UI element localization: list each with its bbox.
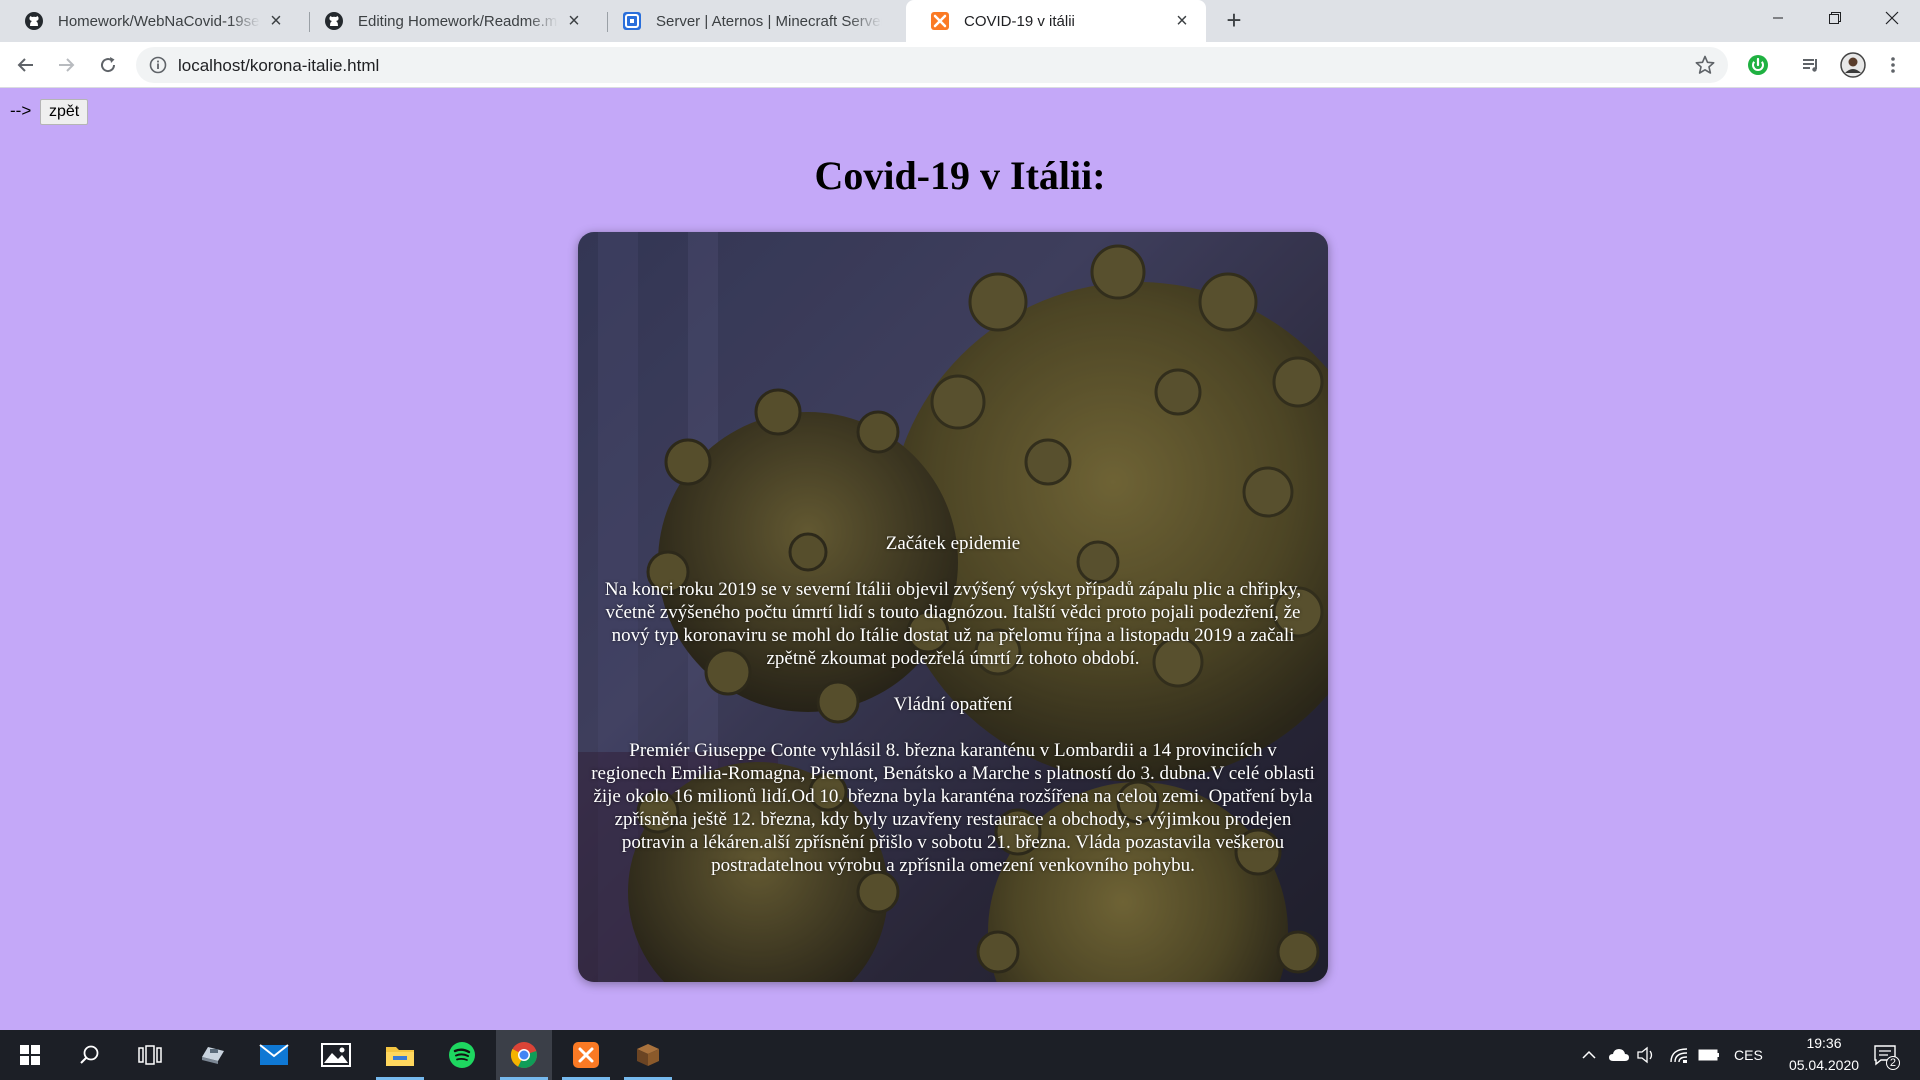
chrome-button[interactable] (496, 1030, 552, 1080)
tab-covid-italie[interactable]: COVID-19 v itálii × (906, 0, 1206, 42)
section-paragraph-start: Na konci roku 2019 se v severní Itálii o… (604, 579, 1302, 669)
close-icon (1885, 11, 1898, 25)
arrow-left-icon (17, 58, 33, 72)
more-vert-icon (1891, 57, 1895, 73)
back-button[interactable]: zpět (40, 99, 89, 125)
notification-center-button[interactable]: 2 (1870, 1042, 1900, 1070)
url-text[interactable]: localhost/korona-italie.html (178, 56, 379, 76)
browser-toolbar: localhost/korona-italie.html (0, 42, 1920, 88)
profile-avatar[interactable] (1837, 49, 1869, 81)
close-icon[interactable]: × (564, 11, 584, 31)
taskbar: CES 19:36 05.04.2020 2 (0, 1030, 1920, 1080)
xampp-icon (573, 1042, 599, 1068)
tab-title: Homework/WebNaCovid-19seSA (58, 12, 260, 30)
mail-icon (259, 1044, 289, 1065)
search-button[interactable] (62, 1030, 118, 1080)
arrow-right-icon (59, 58, 75, 72)
tab-title: Server | Aternos | Minecraft Server (656, 12, 882, 30)
tab-title: Editing Homework/Readme.md at (358, 12, 558, 30)
forward-nav-button[interactable] (50, 49, 82, 81)
reload-icon (101, 57, 116, 73)
spotify-button[interactable] (434, 1030, 490, 1080)
tab-github-editing[interactable]: Editing Homework/Readme.md at × (300, 0, 598, 42)
photos-icon (321, 1043, 351, 1067)
spotify-icon (449, 1042, 475, 1068)
back-nav-button[interactable] (10, 49, 42, 81)
task-view-button[interactable] (122, 1030, 178, 1080)
close-icon[interactable]: × (1172, 11, 1192, 31)
photos-button[interactable] (308, 1030, 364, 1080)
mail-button[interactable] (246, 1030, 302, 1080)
page-title: Covid-19 v Itálii: (814, 153, 1106, 198)
section-heading-start: Začátek epidemie (885, 533, 1021, 554)
extension-button[interactable] (1742, 49, 1774, 81)
xampp-icon (930, 11, 950, 31)
restore-icon (1828, 12, 1841, 24)
task-view-icon (138, 1045, 162, 1065)
language-indicator[interactable]: CES (1734, 1047, 1763, 1063)
aternos-icon (622, 11, 642, 31)
page-content: --> zpět Covid-19 v Itálii: Začátek epid… (0, 88, 1920, 1030)
start-icon (20, 1045, 40, 1065)
tab-title: COVID-19 v itálii (964, 12, 1075, 30)
playlist-icon (1803, 59, 1817, 72)
scanner-app-button[interactable] (184, 1030, 240, 1080)
start-button[interactable] (2, 1030, 58, 1080)
onedrive-cloud-icon[interactable] (1608, 1045, 1630, 1065)
tab-aternos[interactable]: Server | Aternos | Minecraft Server (598, 0, 896, 42)
minecraft-button[interactable] (620, 1030, 676, 1080)
xampp-button[interactable] (558, 1030, 614, 1080)
chrome-icon (510, 1042, 537, 1069)
close-icon[interactable]: × (266, 11, 286, 31)
close-window-button[interactable] (1863, 0, 1920, 36)
file-explorer-button[interactable] (372, 1030, 428, 1080)
notification-count: 2 (1885, 1056, 1900, 1070)
media-control-button[interactable] (1795, 49, 1827, 81)
arrow-text: --> (10, 101, 32, 120)
restore-button[interactable] (1806, 0, 1863, 36)
scanner-app-icon (202, 1047, 224, 1064)
clock-date[interactable]: 05.04.2020 (1776, 1057, 1872, 1073)
bookmark-star-icon[interactable] (1694, 54, 1716, 76)
section-paragraph-government: Premiér Giuseppe Conte vyhlásil 8. březn… (591, 740, 1315, 876)
card-text: Začátek epidemie Na konci roku 2019 se v… (590, 532, 1316, 900)
minecraft-icon (637, 1044, 659, 1066)
address-bar[interactable]: localhost/korona-italie.html (136, 47, 1728, 83)
minimize-button[interactable] (1749, 0, 1806, 36)
wifi-icon[interactable] (1668, 1045, 1690, 1065)
search-icon (80, 1045, 99, 1064)
info-icon[interactable] (148, 55, 168, 75)
new-tab-button[interactable]: + (1220, 7, 1248, 35)
content-card: Začátek epidemie Na konci roku 2019 se v… (578, 232, 1328, 982)
clock-time[interactable]: 19:36 (1794, 1035, 1854, 1051)
tab-strip: Homework/WebNaCovid-19seSA × Editing Hom… (0, 0, 1920, 42)
chevron-up-icon[interactable] (1578, 1045, 1600, 1065)
battery-icon[interactable] (1698, 1045, 1720, 1065)
github-icon (24, 11, 44, 31)
minimize-icon (1772, 17, 1783, 19)
file-explorer-icon (386, 1047, 414, 1066)
tab-github-homework[interactable]: Homework/WebNaCovid-19seSA × (0, 0, 300, 42)
section-heading-government: Vládní opatření (893, 694, 1013, 715)
volume-icon[interactable] (1636, 1045, 1658, 1065)
github-icon (324, 11, 344, 31)
avatar-icon (1840, 52, 1866, 78)
extension-power-icon (1748, 55, 1768, 75)
reload-button[interactable] (92, 49, 124, 81)
chrome-menu-button[interactable] (1877, 49, 1909, 81)
